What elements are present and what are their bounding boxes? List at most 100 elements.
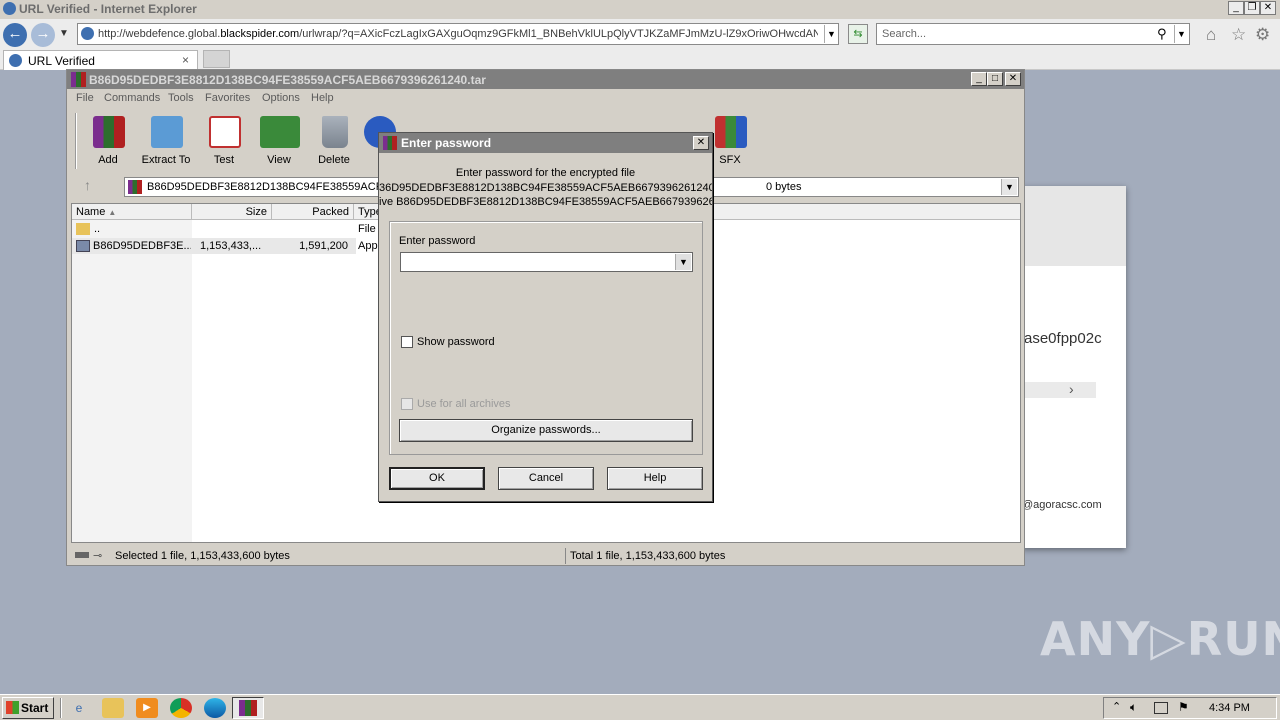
media-player-icon[interactable]: ▶ bbox=[136, 698, 158, 718]
background-card-header bbox=[1022, 186, 1126, 266]
status-divider bbox=[565, 548, 566, 564]
winrar-taskbar-button[interactable] bbox=[232, 697, 264, 719]
password-dropdown-icon[interactable]: ▼ bbox=[675, 254, 691, 270]
address-bar[interactable]: http://webdefence.global.blackspider.com… bbox=[77, 23, 839, 45]
organize-passwords-button[interactable]: Organize passwords... bbox=[399, 419, 693, 442]
add-archive-icon bbox=[93, 116, 125, 148]
key-icon: ⊸ bbox=[93, 550, 103, 562]
chevron-right-icon[interactable]: › bbox=[1069, 381, 1074, 397]
password-input[interactable]: ▼ bbox=[400, 252, 693, 272]
address-dropdown-icon[interactable]: ▼ bbox=[824, 25, 838, 43]
status-selected: Selected 1 file, 1,153,433,600 bytes bbox=[115, 550, 290, 562]
drive-icon bbox=[75, 552, 89, 558]
dialog-title: Enter password bbox=[401, 136, 492, 150]
dialog-archive-name: ive B86D95DEDBF3E8812D138BC94FE38559ACF5… bbox=[379, 196, 712, 208]
help-button[interactable]: Help bbox=[607, 467, 703, 490]
menu-favorites[interactable]: Favorites bbox=[205, 92, 250, 104]
winrar-close-button[interactable]: ✕ bbox=[1005, 72, 1021, 86]
edge-icon[interactable] bbox=[204, 698, 226, 718]
menu-commands[interactable]: Commands bbox=[104, 92, 160, 104]
tab-close-icon[interactable]: × bbox=[182, 53, 189, 67]
chrome-icon[interactable] bbox=[170, 698, 192, 718]
favorites-star-icon[interactable]: ☆ bbox=[1231, 25, 1246, 45]
winrar-titlebar: B86D95DEDBF3E8812D138BC94FE38559ACF5AEB6… bbox=[67, 70, 1024, 89]
search-placeholder[interactable]: Search... bbox=[882, 28, 926, 40]
flag-icon[interactable]: ⚑ bbox=[1178, 700, 1189, 714]
restore-button[interactable]: ❐ bbox=[1244, 1, 1260, 15]
column-size[interactable]: Size bbox=[192, 204, 272, 220]
history-dropdown-icon[interactable]: ▼ bbox=[59, 28, 69, 39]
new-tab-button[interactable] bbox=[203, 50, 230, 68]
toolbar-test-button[interactable]: Test bbox=[196, 110, 252, 170]
system-tray: ⌃ 🔈︎ ⚑ 4:34 PM bbox=[1103, 697, 1277, 719]
application-icon bbox=[76, 240, 90, 252]
search-dropdown-icon[interactable]: ▼ bbox=[1174, 25, 1188, 43]
home-icon[interactable]: ⌂ bbox=[1206, 25, 1216, 45]
ie-titlebar: URL Verified - Internet Explorer _ ❐ ✕ bbox=[0, 0, 1280, 19]
background-button[interactable] bbox=[1024, 382, 1096, 398]
toolbar-delete-label: Delete bbox=[318, 154, 350, 166]
address-text[interactable]: http://webdefence.global.blackspider.com… bbox=[98, 28, 818, 40]
network-icon[interactable] bbox=[1154, 702, 1168, 714]
start-button[interactable]: Start bbox=[2, 697, 54, 719]
ie-icon[interactable]: e bbox=[68, 698, 90, 718]
test-clipboard-icon bbox=[209, 116, 241, 148]
cancel-button[interactable]: Cancel bbox=[498, 467, 594, 490]
password-group: Enter password ▼ Show password Use for a… bbox=[389, 221, 703, 455]
cell-type: Appl bbox=[358, 240, 380, 252]
anyrun-watermark: ANY▷RUN bbox=[1040, 612, 1280, 666]
show-password-label[interactable]: Show password bbox=[417, 336, 495, 348]
tab-label: URL Verified bbox=[28, 54, 95, 68]
cell-name: B86D95DEDBF3E... bbox=[93, 240, 191, 252]
close-button[interactable]: ✕ bbox=[1260, 1, 1276, 15]
status-total: Total 1 file, 1,153,433,600 bytes bbox=[570, 550, 726, 562]
winrar-maximize-button[interactable]: □ bbox=[987, 72, 1003, 86]
tab-url-verified[interactable]: URL Verified × bbox=[3, 50, 198, 70]
name-column-bg bbox=[72, 220, 192, 542]
winrar-title: B86D95DEDBF3E8812D138BC94FE38559ACF5AEB6… bbox=[89, 73, 486, 87]
taskbar-separator bbox=[60, 698, 62, 718]
menu-file[interactable]: File bbox=[76, 92, 94, 104]
refresh-compat-icon[interactable]: ⇆ bbox=[848, 24, 868, 44]
clock[interactable]: 4:34 PM bbox=[1209, 702, 1250, 714]
window-title: URL Verified - Internet Explorer bbox=[19, 2, 197, 16]
show-password-checkbox[interactable] bbox=[401, 336, 413, 348]
gear-icon[interactable]: ⚙ bbox=[1255, 25, 1270, 45]
up-arrow-icon[interactable]: ↑ bbox=[84, 177, 91, 193]
taskbar: Start e ▶ ⌃ 🔈︎ ⚑ 4:34 PM bbox=[0, 694, 1280, 720]
toolbar-add-button[interactable]: Add bbox=[80, 110, 136, 170]
menu-options[interactable]: Options bbox=[262, 92, 300, 104]
cell-size: 1,153,433,... bbox=[200, 240, 262, 252]
menu-help[interactable]: Help bbox=[311, 92, 334, 104]
toolbar-view-button[interactable]: View bbox=[251, 110, 307, 170]
table-row-selected[interactable]: B86D95DEDBF3E... 1,153,433,... 1,591,200… bbox=[72, 238, 380, 254]
menu-tools[interactable]: Tools bbox=[168, 92, 194, 104]
column-packed[interactable]: Packed bbox=[272, 204, 354, 220]
volume-icon[interactable]: 🔈︎ bbox=[1130, 700, 1137, 715]
search-icon[interactable]: ⚲ bbox=[1157, 26, 1167, 42]
background-email: @agoracsc.com bbox=[1022, 499, 1102, 511]
minimize-button[interactable]: _ bbox=[1228, 1, 1244, 15]
back-button[interactable]: ← bbox=[3, 23, 27, 47]
ok-button[interactable]: OK bbox=[389, 467, 485, 490]
toolbar-delete-button[interactable]: Delete bbox=[306, 110, 362, 170]
password-label: Enter password bbox=[399, 235, 476, 247]
path-dropdown-icon[interactable]: ▼ bbox=[1001, 179, 1017, 195]
cell-packed: 1,591,200 bbox=[299, 240, 348, 252]
forward-button[interactable]: → bbox=[31, 23, 55, 47]
search-box[interactable]: Search... ⚲ ▼ bbox=[876, 23, 1190, 45]
explorer-folder-icon[interactable] bbox=[102, 698, 124, 718]
column-name[interactable]: Name ▲ bbox=[72, 204, 192, 220]
view-book-icon bbox=[260, 116, 300, 148]
dialog-close-button[interactable]: ✕ bbox=[693, 136, 709, 150]
winrar-minimize-button[interactable]: _ bbox=[971, 72, 987, 86]
winrar-statusbar: ⊸ Selected 1 file, 1,153,433,600 bytes T… bbox=[67, 547, 1024, 565]
winrar-menubar: File Commands Tools Favorites Options He… bbox=[67, 89, 1024, 109]
use-for-all-checkbox bbox=[401, 398, 413, 410]
use-for-all-label: Use for all archives bbox=[417, 398, 511, 410]
toolbar-extract-button[interactable]: Extract To bbox=[138, 110, 194, 170]
tab-ie-icon bbox=[9, 54, 22, 67]
cell-type: File f bbox=[358, 223, 378, 235]
tray-expand-icon[interactable]: ⌃ bbox=[1112, 700, 1121, 713]
archive-icon bbox=[128, 180, 142, 194]
